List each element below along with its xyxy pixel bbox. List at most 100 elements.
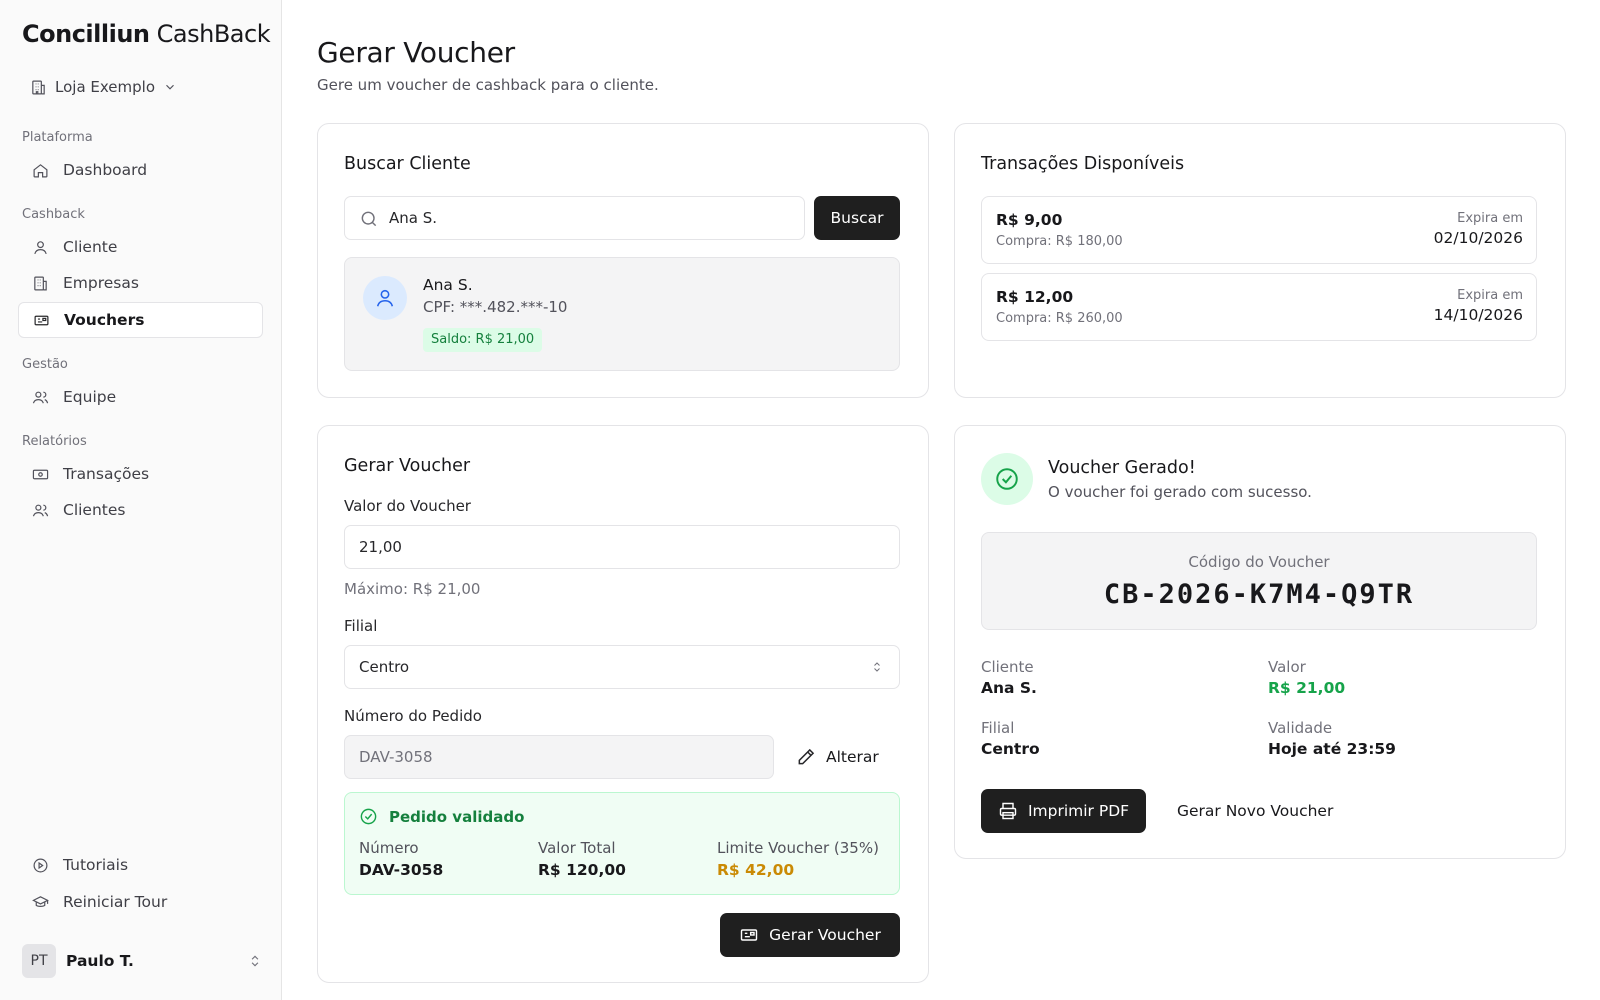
expires-label: Expira em bbox=[1457, 288, 1523, 303]
user-name: Paulo T. bbox=[66, 952, 134, 970]
voucher-value-label: Valor do Voucher bbox=[344, 497, 471, 515]
result-subtitle: O voucher foi gerado com sucesso. bbox=[1048, 483, 1312, 501]
change-order-label: Alterar bbox=[826, 748, 879, 766]
validation-title: Pedido validado bbox=[389, 808, 525, 826]
branch-value: Centro bbox=[981, 740, 1040, 758]
search-query: Ana S. bbox=[389, 209, 438, 227]
validation-number-label: Número bbox=[359, 839, 419, 857]
users-icon bbox=[32, 504, 49, 516]
card-title: Transações Disponíveis bbox=[981, 154, 1185, 174]
ticket-icon bbox=[34, 315, 49, 325]
printer-icon bbox=[999, 802, 1017, 820]
value-amount: R$ 21,00 bbox=[1268, 679, 1346, 697]
store-selector[interactable]: Loja Exemplo bbox=[30, 78, 177, 96]
order-number-value: DAV-3058 bbox=[359, 748, 433, 766]
voucher-value-input[interactable]: 21,00 bbox=[344, 525, 900, 569]
search-button[interactable]: Buscar bbox=[814, 196, 900, 240]
check-circle-icon bbox=[360, 808, 377, 825]
expires-date: 02/10/2026 bbox=[1433, 229, 1523, 247]
validation-total: R$ 120,00 bbox=[538, 861, 626, 879]
sidebar-item-label: Dashboard bbox=[63, 161, 148, 179]
sidebar-item-label: Empresas bbox=[63, 274, 139, 292]
print-pdf-label: Imprimir PDF bbox=[1027, 802, 1130, 820]
branch-label: Filial bbox=[981, 719, 1015, 737]
generate-voucher-label: Gerar Voucher bbox=[769, 926, 881, 944]
transaction-purchase: Compra: R$ 180,00 bbox=[996, 234, 1123, 249]
chevrons-up-down-icon bbox=[874, 662, 880, 672]
sidebar-item-clientes[interactable]: Clientes bbox=[18, 492, 263, 528]
sidebar-item-label: Vouchers bbox=[64, 311, 145, 329]
max-value-hint: Máximo: R$ 21,00 bbox=[344, 580, 481, 598]
status-badge: Saldo: R$ 21,00 bbox=[423, 328, 543, 352]
transaction-item[interactable]: R$ 9,00 Compra: R$ 180,00 Expira em 02/1… bbox=[981, 196, 1537, 264]
sidebar-item-reiniciar-tour[interactable]: Reiniciar Tour bbox=[18, 884, 263, 920]
branch-select[interactable]: Centro bbox=[344, 645, 900, 689]
client-label: Cliente bbox=[981, 658, 1034, 676]
transaction-amount: R$ 9,00 bbox=[996, 211, 1063, 229]
validation-number: DAV-3058 bbox=[359, 861, 444, 879]
sidebar-item-equipe[interactable]: Equipe bbox=[18, 379, 263, 415]
section-label-gestao: Gestão bbox=[22, 357, 68, 372]
client-search-input[interactable]: Ana S. bbox=[344, 196, 805, 240]
success-badge bbox=[981, 453, 1033, 505]
voucher-code-box[interactable]: Código do Voucher CB-2026-K7M4-Q9TR bbox=[981, 532, 1537, 630]
sidebar-item-vouchers[interactable]: Vouchers bbox=[18, 302, 263, 338]
banknote-icon bbox=[32, 469, 49, 479]
graduation-cap-icon bbox=[32, 895, 49, 907]
sidebar-item-label: Transações bbox=[63, 465, 150, 483]
available-transactions-card: Transações Disponíveis R$ 9,00 Compra: R… bbox=[954, 123, 1566, 398]
avatar: PT bbox=[22, 944, 56, 978]
user-icon bbox=[376, 289, 394, 307]
sidebar-item-cliente[interactable]: Cliente bbox=[18, 229, 263, 265]
new-voucher-button[interactable]: Gerar Novo Voucher bbox=[1165, 789, 1345, 833]
sidebar-item-empresas[interactable]: Empresas bbox=[18, 265, 263, 301]
client-cpf: CPF: ***.482.***-10 bbox=[423, 298, 568, 316]
generate-voucher-button[interactable]: Gerar Voucher bbox=[720, 913, 900, 957]
building-icon bbox=[34, 276, 47, 290]
voucher-code: CB-2026-K7M4-Q9TR bbox=[1103, 579, 1415, 610]
validity-label: Validade bbox=[1268, 719, 1333, 737]
card-title: Gerar Voucher bbox=[344, 456, 471, 476]
sidebar-item-tutoriais[interactable]: Tutoriais bbox=[18, 847, 263, 883]
order-number-input[interactable]: DAV-3058 bbox=[344, 735, 774, 779]
brand-name-light: CashBack bbox=[156, 20, 271, 48]
client-value: Ana S. bbox=[981, 679, 1037, 697]
sidebar-item-transacoes[interactable]: Transações bbox=[18, 456, 263, 492]
client-result[interactable]: Ana S. CPF: ***.482.***-10 Saldo: R$ 21,… bbox=[344, 257, 900, 371]
sidebar-item-dashboard[interactable]: Dashboard bbox=[18, 152, 263, 188]
print-pdf-button[interactable]: Imprimir PDF bbox=[981, 789, 1146, 833]
section-label-cashback: Cashback bbox=[22, 207, 85, 222]
brand-name-bold: Concilliun bbox=[22, 20, 150, 48]
page-title: Gerar Voucher bbox=[317, 36, 515, 69]
client-avatar bbox=[363, 276, 407, 320]
branch-value: Centro bbox=[359, 658, 410, 676]
card-title: Buscar Cliente bbox=[344, 154, 471, 174]
section-label-relatorios: Relatórios bbox=[22, 434, 87, 449]
sidebar-item-label: Reiniciar Tour bbox=[63, 893, 168, 911]
sidebar-item-label: Equipe bbox=[63, 388, 117, 406]
ticket-icon bbox=[740, 929, 758, 941]
transaction-purchase: Compra: R$ 260,00 bbox=[996, 311, 1123, 326]
brand-logo[interactable]: Concilliun CashBack bbox=[22, 20, 271, 48]
voucher-code-label: Código do Voucher bbox=[1188, 553, 1330, 571]
section-label-plataforma: Plataforma bbox=[22, 130, 93, 145]
sidebar-item-label: Cliente bbox=[63, 238, 118, 256]
play-circle-icon bbox=[33, 858, 48, 872]
user-menu[interactable]: PT Paulo T. bbox=[22, 944, 262, 978]
sidebar-item-label: Tutoriais bbox=[63, 856, 129, 874]
page-subtitle: Gere um voucher de cashback para o clien… bbox=[317, 76, 659, 94]
generate-voucher-form-card: Gerar Voucher Valor do Voucher 21,00 Máx… bbox=[317, 425, 929, 983]
expires-label: Expira em bbox=[1457, 211, 1523, 226]
chevrons-up-down-icon bbox=[251, 955, 259, 967]
transaction-item[interactable]: R$ 12,00 Compra: R$ 260,00 Expira em 14/… bbox=[981, 273, 1537, 341]
user-icon bbox=[34, 240, 47, 254]
validation-limit-label: Limite Voucher (35%) bbox=[717, 839, 879, 857]
order-validation-box: Pedido validado Número DAV-3058 Valor To… bbox=[344, 792, 900, 895]
validity-value: Hoje até 23:59 bbox=[1268, 740, 1396, 758]
main-content: Gerar Voucher Gere um voucher de cashbac… bbox=[282, 0, 1600, 1000]
transaction-amount: R$ 12,00 bbox=[996, 288, 1074, 306]
branch-label: Filial bbox=[344, 617, 378, 635]
sidebar: Concilliun CashBack Loja Exemplo Platafo… bbox=[0, 0, 282, 1000]
building-icon bbox=[32, 80, 45, 94]
change-order-button[interactable]: Alterar bbox=[796, 735, 879, 779]
